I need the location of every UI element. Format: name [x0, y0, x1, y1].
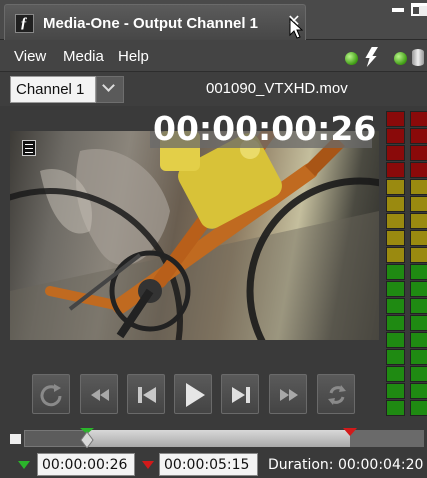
- transport-controls: [32, 374, 362, 416]
- fast-forward-icon[interactable]: [269, 374, 307, 414]
- footer-bar: 00:00:00:26 00:00:05:15 Duration: 00:00:…: [0, 452, 427, 478]
- meter-segment: [410, 366, 427, 382]
- audio-meter-right: [410, 111, 427, 420]
- timeline[interactable]: [10, 428, 424, 448]
- timeline-after-out: [350, 430, 424, 447]
- meter-segment: [386, 230, 405, 246]
- audio-meter-left: [386, 111, 405, 420]
- meter-segment: [410, 179, 427, 195]
- meter-segment: [410, 196, 427, 212]
- previous-icon[interactable]: [127, 374, 165, 414]
- meter-segment: [386, 145, 405, 161]
- media-one-logo-icon: ƒ: [15, 14, 34, 33]
- in-point-icon: [18, 461, 30, 469]
- meter-segment: [410, 383, 427, 399]
- meter-segment: [386, 315, 405, 331]
- playhead-handle[interactable]: [79, 428, 95, 448]
- meter-segment: [410, 264, 427, 280]
- chevron-down-icon[interactable]: [96, 76, 124, 103]
- meter-segment: [386, 179, 405, 195]
- out-point-icon: [142, 461, 154, 469]
- safe-area-icon[interactable]: [22, 140, 36, 156]
- meter-segment: [386, 213, 405, 229]
- play-icon[interactable]: [174, 374, 212, 414]
- meter-segment: [386, 349, 405, 365]
- meter-segment: [386, 383, 405, 399]
- lightning-icon: [365, 47, 378, 67]
- channel-select[interactable]: Channel 1: [10, 76, 96, 103]
- menu-bar: View Media Help: [0, 40, 427, 72]
- title-bar: ƒ Media-One - Output Channel 1 ✕: [0, 0, 427, 40]
- next-icon[interactable]: [221, 374, 259, 414]
- media-filename: 001090_VTXHD.mov: [206, 80, 348, 97]
- meter-segment: [410, 213, 427, 229]
- in-point-field[interactable]: 00:00:00:26: [37, 453, 135, 476]
- meter-segment: [410, 349, 427, 365]
- timeline-start-marker: [10, 434, 21, 444]
- rewind-icon[interactable]: [80, 374, 118, 414]
- timeline-selected-range: [87, 430, 350, 447]
- menu-help[interactable]: Help: [118, 48, 149, 65]
- video-preview: [10, 131, 379, 340]
- meter-segment: [410, 162, 427, 178]
- meter-segment: [410, 298, 427, 314]
- meter-segment: [386, 366, 405, 382]
- mouse-cursor-icon: [289, 18, 303, 39]
- meter-segment: [410, 128, 427, 144]
- meter-segment: [410, 400, 427, 416]
- meter-segment: [386, 196, 405, 212]
- meter-segment: [386, 281, 405, 297]
- duration-label: Duration: 00:00:04:20: [268, 457, 424, 473]
- status-indicator-icon: [394, 52, 407, 65]
- meter-segment: [410, 230, 427, 246]
- minimize-icon[interactable]: [392, 8, 404, 12]
- meter-segment: [386, 400, 405, 416]
- loop-icon[interactable]: [32, 374, 70, 414]
- meter-segment: [386, 162, 405, 178]
- out-point-field[interactable]: 00:00:05:15: [159, 453, 258, 476]
- video-frame-image: [10, 131, 379, 340]
- sync-icon[interactable]: [317, 374, 355, 414]
- meter-segment: [386, 298, 405, 314]
- channel-row: Channel 1 001090_VTXHD.mov: [0, 72, 427, 106]
- menu-view[interactable]: View: [14, 48, 46, 65]
- meter-segment: [410, 111, 427, 127]
- menu-media[interactable]: Media: [63, 48, 104, 65]
- meter-segment: [386, 264, 405, 280]
- meter-segment: [410, 315, 427, 331]
- meter-segment: [410, 332, 427, 348]
- meter-segment: [386, 332, 405, 348]
- meter-segment: [410, 281, 427, 297]
- status-indicator-icon: [345, 52, 358, 65]
- meter-segment: [386, 128, 405, 144]
- meter-segment: [386, 247, 405, 263]
- timecode-overlay: 00:00:00:26: [153, 109, 377, 148]
- database-icon: [412, 49, 424, 66]
- meter-segment: [410, 247, 427, 263]
- meter-segment: [410, 145, 427, 161]
- timeline-end-marker: [419, 6, 427, 16]
- window-title: Media-One - Output Channel 1: [43, 15, 259, 32]
- window-tab[interactable]: ƒ Media-One - Output Channel 1 ✕: [4, 4, 306, 40]
- meter-segment: [386, 111, 405, 127]
